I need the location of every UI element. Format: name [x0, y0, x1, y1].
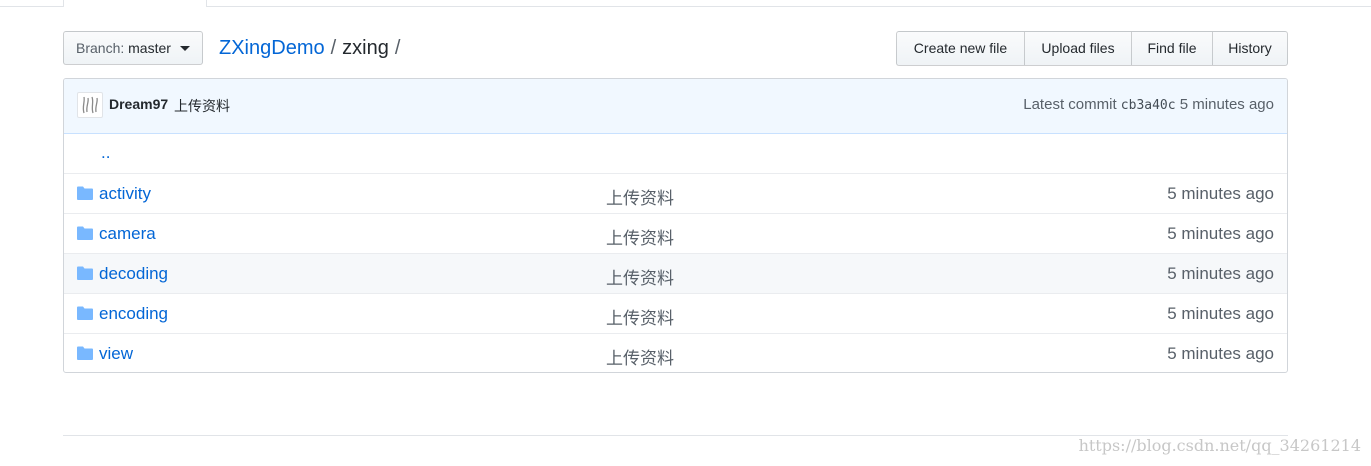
breadcrumb-current: zxing [342, 37, 389, 59]
file-age: 5 minutes ago [1167, 224, 1274, 243]
branch-name: master [128, 40, 171, 56]
history-button[interactable]: History [1212, 31, 1288, 66]
file-commit-message-link[interactable]: 上传资料 [606, 304, 674, 329]
table-row: view 上传资料 5 minutes ago [64, 333, 1287, 372]
find-file-button[interactable]: Find file [1131, 31, 1213, 66]
commit-age: 5 minutes ago [1179, 96, 1274, 113]
file-name-link[interactable]: decoding [99, 264, 168, 284]
branch-label: Branch: [76, 40, 125, 56]
commit-message-link[interactable]: 上传资料 [174, 96, 230, 116]
breadcrumb-repo-link[interactable]: ZXingDemo [219, 37, 325, 59]
breadcrumb: ZXingDemo / zxing / [219, 35, 406, 61]
branch-select-button[interactable]: Branch: master [63, 31, 203, 65]
file-name-link[interactable]: activity [99, 184, 151, 204]
parent-directory-row: .. [64, 134, 1287, 173]
commit-tease: Dream97 上传资料 Latest commit cb3a40c 5 min… [64, 79, 1287, 134]
avatar[interactable] [77, 92, 103, 118]
breadcrumb-trailing-separator: / [394, 37, 401, 59]
table-row: encoding 上传资料 5 minutes ago [64, 293, 1287, 333]
file-commit-message-link[interactable]: 上传资料 [606, 184, 674, 209]
caret-down-icon [179, 46, 190, 51]
create-new-file-button[interactable]: Create new file [896, 31, 1025, 66]
active-tab[interactable] [63, 0, 207, 7]
file-name-link[interactable]: view [99, 344, 133, 364]
file-commit-message-link[interactable]: 上传资料 [606, 264, 674, 289]
folder-icon [77, 266, 93, 280]
latest-commit-info: Latest commit cb3a40c 5 minutes ago [1023, 96, 1274, 113]
commit-sha-link[interactable]: cb3a40c [1121, 98, 1176, 113]
table-row: activity 上传资料 5 minutes ago [64, 173, 1287, 213]
avatar-image [82, 96, 98, 114]
folder-icon [77, 186, 93, 200]
watermark-text: https://blog.csdn.net/qq_34261214 [1078, 436, 1361, 455]
table-row: camera 上传资料 5 minutes ago [64, 213, 1287, 253]
file-commit-message-link[interactable]: 上传资料 [606, 344, 674, 369]
file-age: 5 minutes ago [1167, 344, 1274, 363]
table-row: decoding 上传资料 5 minutes ago [64, 253, 1287, 293]
upload-files-button[interactable]: Upload files [1024, 31, 1132, 66]
breadcrumb-separator: / [330, 37, 337, 59]
file-age: 5 minutes ago [1167, 184, 1274, 203]
parent-directory-link[interactable]: .. [101, 143, 110, 163]
file-listing: Dream97 上传资料 Latest commit cb3a40c 5 min… [63, 78, 1288, 373]
file-age: 5 minutes ago [1167, 264, 1274, 283]
file-age: 5 minutes ago [1167, 304, 1274, 323]
folder-icon [77, 306, 93, 320]
commit-author-link[interactable]: Dream97 [109, 96, 168, 112]
file-actions-toolbar: Create new file Upload files Find file H… [896, 31, 1288, 66]
file-name-link[interactable]: camera [99, 224, 156, 244]
folder-icon [77, 226, 93, 240]
latest-commit-label: Latest commit [1023, 96, 1117, 113]
folder-icon [77, 346, 93, 360]
file-commit-message-link[interactable]: 上传资料 [606, 224, 674, 249]
file-name-link[interactable]: encoding [99, 304, 168, 324]
